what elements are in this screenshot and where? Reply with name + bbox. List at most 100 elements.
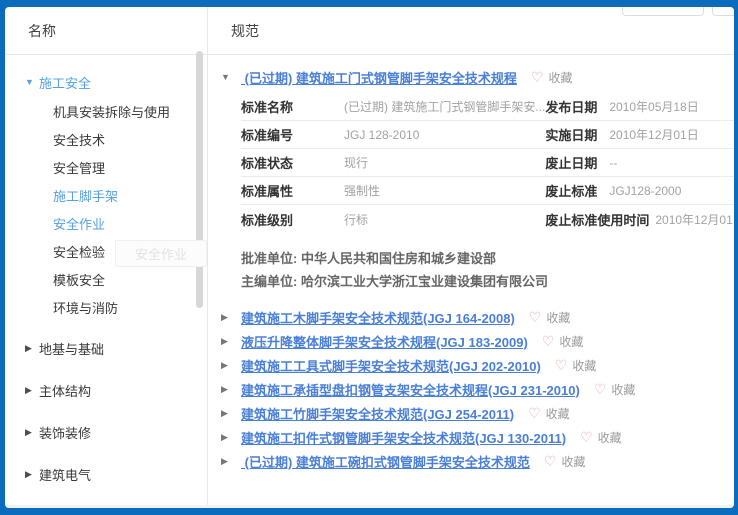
detail-value: 现行 [344, 154, 368, 171]
editor-unit-line: 主编单位: 哈尔滨工业大学浙江宝业建设集团有限公司 [241, 270, 734, 293]
drag-ghost-label: 安全作业 [135, 244, 187, 263]
detail-value: -- [609, 156, 617, 170]
favorite-label: 收藏 [561, 453, 585, 470]
heart-outline-icon[interactable]: ♡ [594, 382, 607, 396]
standard-row-expanded: ▼ (已过期) 建筑施工门式钢管脚手架安全技术规程 ♡ 收藏 [208, 65, 734, 89]
heart-outline-icon[interactable]: ♡ [528, 406, 541, 420]
standards-panel-header-label: 规范 [231, 21, 259, 41]
triangle-right-icon[interactable]: ▶ [25, 385, 39, 396]
favorite-button[interactable]: ♡ 收藏 [528, 405, 570, 422]
detail-row: 标准编号 JGJ 128-2010 [241, 121, 545, 149]
triangle-right-icon[interactable]: ▶ [221, 360, 235, 371]
tree-item-safety-technology[interactable]: 安全技术 [5, 125, 207, 153]
heart-outline-icon[interactable]: ♡ [555, 358, 568, 372]
standard-row: ▶ 建筑施工工具式脚手架安全技术规范(JGJ 202-2010) ♡ 收藏 [208, 353, 734, 377]
standard-row: ▶ 建筑施工竹脚手架安全技术规范(JGJ 254-2011) ♡ 收藏 [208, 401, 734, 425]
detail-row: 发布日期 2010年05月18日 [545, 93, 734, 121]
favorite-button[interactable]: ♡ 收藏 [542, 333, 584, 350]
heart-outline-icon[interactable]: ♡ [542, 334, 555, 348]
standard-link-expired-bowl-coupler[interactable]: (已过期) 建筑施工碗扣式钢管脚手架安全技术规范 [241, 452, 530, 471]
triangle-right-icon[interactable]: ▶ [221, 432, 235, 443]
detail-value: 行标 [344, 211, 368, 228]
standard-link-jgj130[interactable]: 建筑施工扣件式钢管脚手架安全技术规范(JGJ 130-2011) [241, 428, 566, 447]
standards-list: ▶ 建筑施工木脚手架安全技术规范(JGJ 164-2008) ♡ 收藏 ▶ 液压… [208, 305, 734, 473]
detail-row: 标准级别 行标 [241, 205, 545, 233]
standard-row: ▶ 建筑施工扣件式钢管脚手架安全技术规范(JGJ 130-2011) ♡ 收藏 [208, 425, 734, 449]
favorite-button[interactable]: ♡ 收藏 [594, 381, 636, 398]
tree-group-building-electrical[interactable]: ▶ 建筑电气 [5, 459, 207, 489]
triangle-right-icon[interactable]: ▶ [221, 384, 235, 395]
triangle-right-icon[interactable]: ▶ [221, 456, 235, 467]
tree-item-construction-scaffold[interactable]: 施工脚手架 [5, 181, 207, 209]
detail-value: JGJ128-2000 [609, 184, 681, 198]
detail-value: (已过期) 建筑施工门式钢管脚手架安... [344, 98, 545, 115]
tree-group-construction-safety[interactable]: ▼ 施工安全 [5, 67, 207, 97]
tree-item-machinery-install[interactable]: 机具安装拆除与使用 [5, 97, 207, 125]
standards-browser-window: 名称 ▼ 施工安全 机具安装拆除与使用 安全技术 安全管理 [5, 7, 734, 508]
triangle-right-icon[interactable]: ▶ [25, 469, 39, 480]
standard-row: ▶ 建筑施工承插型盘扣钢管支架安全技术规程(JGJ 231-2010) ♡ 收藏 [208, 377, 734, 401]
tree-item-label: 安全检验 [53, 242, 105, 261]
standard-row: ▶ (已过期) 建筑施工碗扣式钢管脚手架安全技术规范 ♡ 收藏 [208, 449, 734, 473]
triangle-right-icon[interactable]: ▶ [221, 336, 235, 347]
detail-row: 废止标准 JGJ128-2000 [545, 177, 734, 205]
tree-item-safety-management[interactable]: 安全管理 [5, 153, 207, 181]
tree-item-label: 机具安装拆除与使用 [53, 102, 170, 121]
standard-link-jgj254[interactable]: 建筑施工竹脚手架安全技术规范(JGJ 254-2011) [241, 404, 514, 423]
tree-group-main-structure[interactable]: ▶ 主体结构 [5, 375, 207, 405]
standard-link-jgj183[interactable]: 液压升降整体脚手架安全技术规程(JGJ 183-2009) [241, 332, 528, 351]
triangle-down-icon[interactable]: ▼ [221, 72, 235, 82]
heart-outline-icon[interactable]: ♡ [531, 70, 544, 84]
standard-row: ▶ 建筑施工木脚手架安全技术规范(JGJ 164-2008) ♡ 收藏 [208, 305, 734, 329]
detail-value: 2010年05月18日 [609, 98, 698, 115]
tree-group-foundation[interactable]: ▶ 地基与基础 [5, 333, 207, 363]
sidebar-scrollbar-thumb[interactable] [196, 51, 203, 308]
detail-label: 实施日期 [545, 125, 603, 144]
favorite-button[interactable]: ♡ 收藏 [544, 453, 586, 470]
top-cutoff-button-1[interactable] [622, 7, 704, 16]
heart-outline-icon[interactable]: ♡ [544, 454, 557, 468]
tree-item-label: 安全作业 [53, 214, 105, 233]
detail-value: 2010年12月01日-- [655, 211, 734, 228]
favorite-label: 收藏 [559, 333, 583, 350]
favorite-button[interactable]: ♡ 收藏 [531, 69, 573, 86]
favorite-label: 收藏 [572, 357, 596, 374]
favorite-button[interactable]: ♡ 收藏 [529, 309, 571, 326]
detail-label: 标准名称 [241, 97, 338, 116]
triangle-right-icon[interactable]: ▶ [221, 312, 235, 323]
standard-link-jgj128[interactable]: (已过期) 建筑施工门式钢管脚手架安全技术规程 [241, 68, 517, 87]
favorite-button[interactable]: ♡ 收藏 [555, 357, 597, 374]
detail-row: 实施日期 2010年12月01日 [545, 121, 734, 149]
standards-panel: 规范 ▼ (已过期) 建筑施工门式钢管脚手架安全技术规程 ♡ 收藏 [208, 7, 734, 508]
unit-lines: 批准单位: 中华人民共和国住房和城乡建设部 主编单位: 哈尔滨工业大学浙江宝业建… [241, 247, 734, 293]
tree-group-label: 主体结构 [39, 381, 91, 400]
heart-outline-icon[interactable]: ♡ [529, 310, 542, 324]
category-sidebar: 名称 ▼ 施工安全 机具安装拆除与使用 安全技术 安全管理 [5, 7, 208, 508]
tree-group-label: 施工安全 [39, 73, 91, 92]
sidebar-header: 名称 [5, 7, 207, 55]
tree-item-label: 安全技术 [53, 130, 105, 149]
top-cutoff-button-2[interactable] [712, 7, 734, 16]
triangle-right-icon[interactable]: ▶ [221, 408, 235, 419]
detail-label: 标准状态 [241, 153, 338, 172]
tree-item-label: 模板安全 [53, 270, 105, 289]
category-tree: ▼ 施工安全 机具安装拆除与使用 安全技术 安全管理 施工脚手架 [5, 55, 207, 508]
drag-ghost-tooltip: 安全作业 [115, 240, 207, 267]
tree-group-decoration[interactable]: ▶ 装饰装修 [5, 417, 207, 447]
detail-label: 标准编号 [241, 125, 338, 144]
detail-value: 2010年12月01日 [609, 126, 698, 143]
standard-link-jgj202[interactable]: 建筑施工工具式脚手架安全技术规范(JGJ 202-2010) [241, 356, 541, 375]
triangle-right-icon[interactable]: ▶ [25, 427, 39, 438]
favorite-button[interactable]: ♡ 收藏 [580, 429, 622, 446]
heart-outline-icon[interactable]: ♡ [580, 430, 593, 444]
bottom-edge-strip [208, 505, 734, 508]
detail-label: 废止日期 [545, 153, 603, 172]
triangle-right-icon[interactable]: ▶ [25, 343, 39, 354]
standard-link-jgj164[interactable]: 建筑施工木脚手架安全技术规范(JGJ 164-2008) [241, 308, 515, 327]
tree-item-safe-operation[interactable]: 安全作业 [5, 209, 207, 237]
tree-item-formwork-safety[interactable]: 模板安全 [5, 265, 207, 293]
triangle-down-icon[interactable]: ▼ [25, 77, 39, 87]
favorite-label: 收藏 [598, 429, 622, 446]
tree-item-environment-fire[interactable]: 环境与消防 [5, 293, 207, 321]
standard-link-jgj231[interactable]: 建筑施工承插型盘扣钢管支架安全技术规程(JGJ 231-2010) [241, 380, 580, 399]
